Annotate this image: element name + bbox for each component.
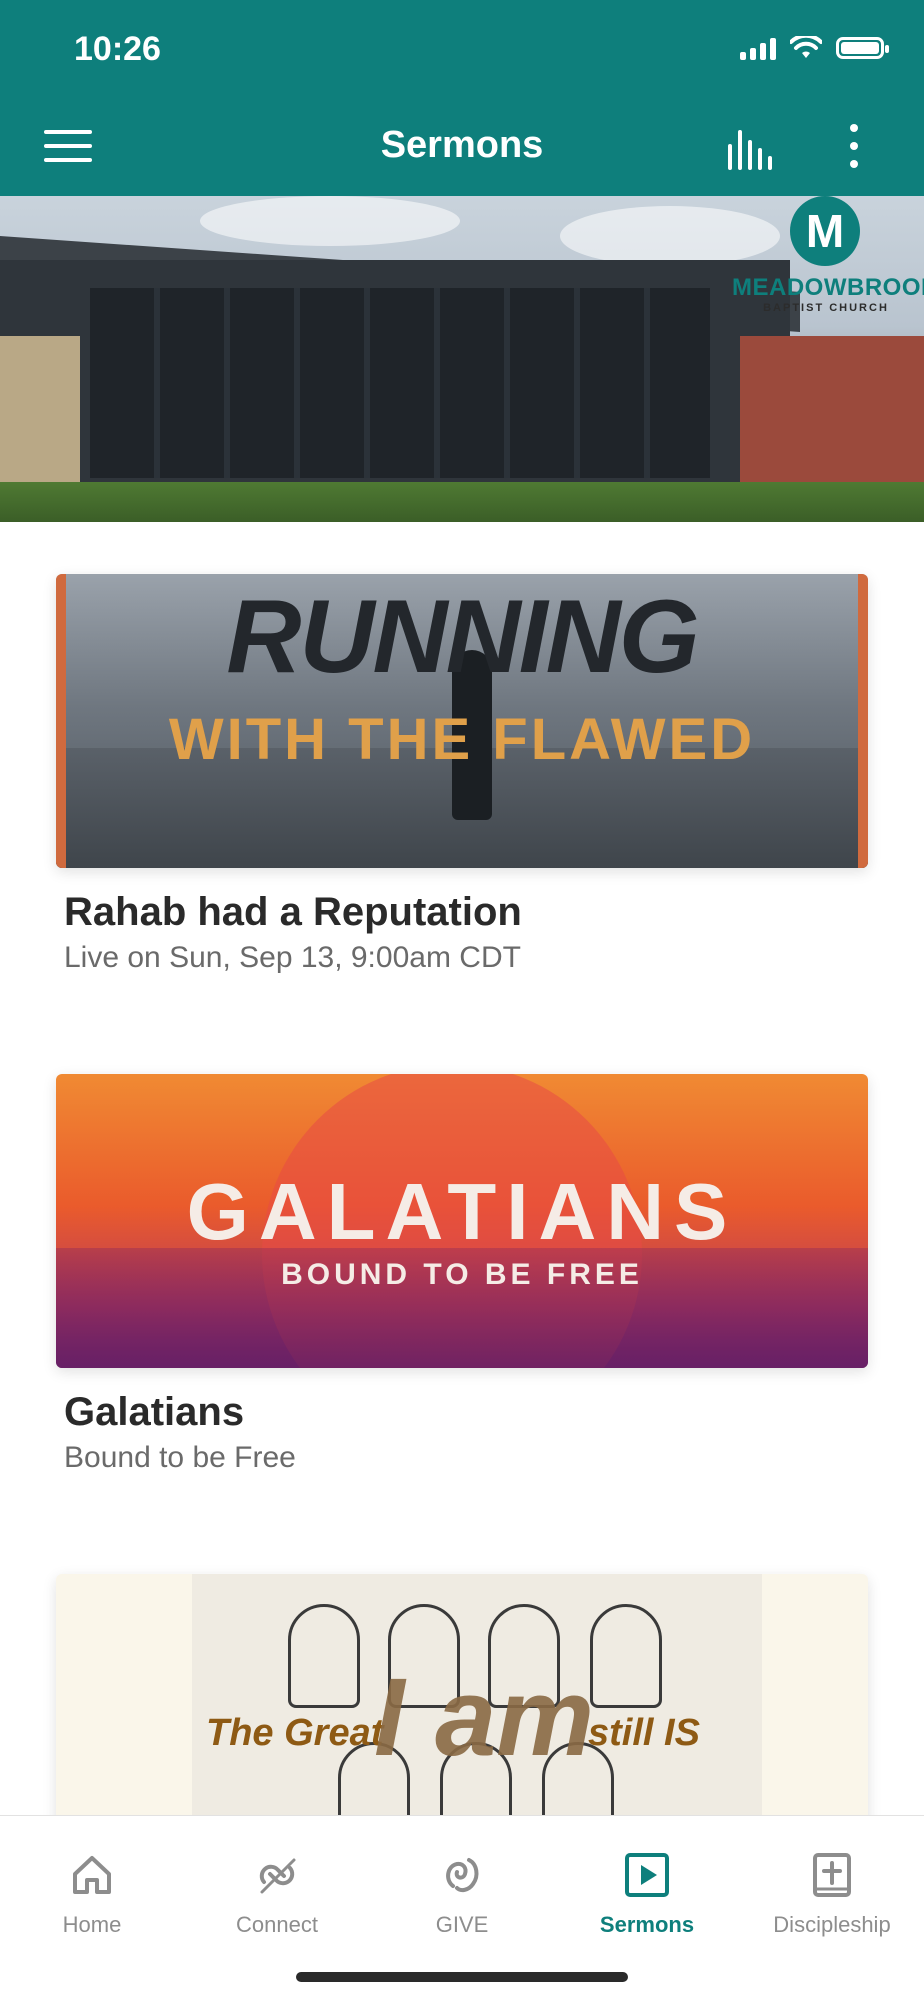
sermon-title: Rahab had a Reputation [64,890,522,934]
status-time: 10:26 [74,30,161,68]
give-icon [439,1852,485,1898]
app-header: 10:26 Sermons [0,0,924,196]
bible-icon [809,1852,855,1898]
sermon-artwork: GALATIANS BOUND TO BE FREE [56,1074,868,1368]
battery-icon [836,37,889,59]
play-icon [624,1852,670,1898]
artwork-text-right: still IS [588,1712,700,1754]
signal-icon [740,36,776,60]
tab-label: GIVE [435,1912,489,1937]
tab-home[interactable]: Home [0,1834,184,1938]
church-banner-image [0,196,924,522]
artwork-title: RUNNING [226,579,699,695]
status-icons [740,36,889,60]
sermon-title: Galatians [64,1390,245,1434]
tab-give[interactable]: GIVE [370,1834,554,1938]
artwork-title: GALATIANS [186,1167,738,1256]
church-name: MEADOWBROOK [732,274,924,301]
connect-icon [254,1852,300,1898]
wifi-icon [790,36,822,58]
home-indicator [296,1972,628,1982]
tab-sermons[interactable]: Sermons [555,1834,739,1938]
sermon-subtitle: Bound to be Free [64,1441,296,1474]
sermon-artwork: RUNNING WITH THE FLAWED [56,574,868,868]
sermon-subtitle: Live on Sun, Sep 13, 9:00am CDT [64,941,521,974]
artwork-subtitle: BOUND TO BE FREE [281,1258,643,1291]
sermon-card-galatians[interactable]: GALATIANS BOUND TO BE FREE Galatians Bou… [56,1074,868,1475]
artwork-subtitle: WITH THE FLAWED [168,707,756,772]
more-options-button[interactable] [846,124,862,172]
tab-discipleship[interactable]: Discipleship [740,1834,924,1938]
church-subtitle: BAPTIST CHURCH [763,302,889,314]
artwork-text-center: I am [374,1656,595,1779]
tab-connect[interactable]: Connect [185,1834,369,1938]
audio-bars-button[interactable] [728,126,784,170]
artwork-text-left: The Great [206,1712,384,1754]
tab-label: Home [62,1912,122,1937]
home-icon [69,1852,115,1898]
page-title: Sermons [380,124,544,166]
tab-label: Connect [236,1912,318,1937]
tab-label: Discipleship [773,1912,891,1937]
church-logo: M [790,196,860,266]
tab-label: Sermons [599,1912,695,1937]
sermon-card-rahab[interactable]: RUNNING WITH THE FLAWED Rahab had a Repu… [56,574,868,975]
